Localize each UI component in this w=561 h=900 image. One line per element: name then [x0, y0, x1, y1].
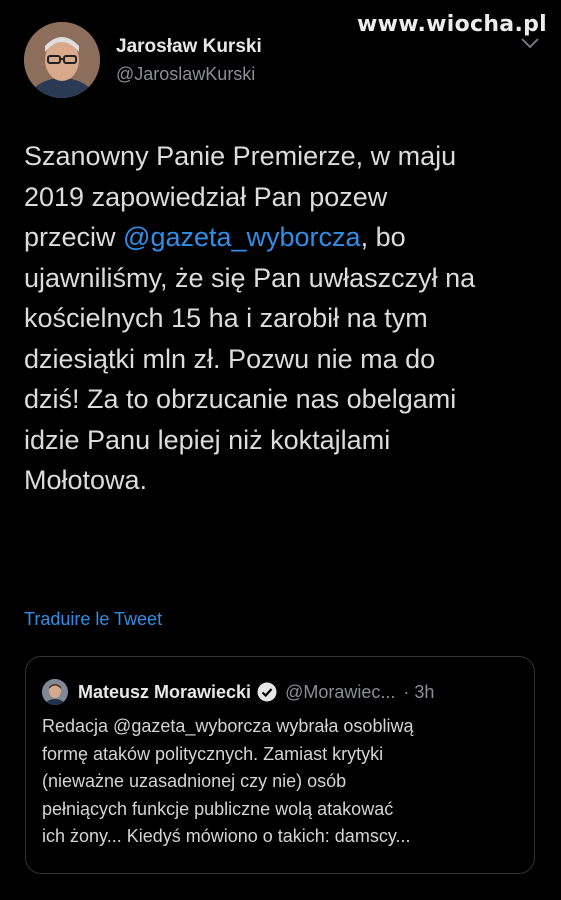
chevron-down-icon[interactable] [521, 38, 539, 48]
author-handle[interactable]: @JaroslawKurski [116, 64, 262, 85]
mention-link[interactable]: @gazeta_wyborcza [123, 222, 361, 252]
translate-tweet-link[interactable]: Traduire le Tweet [24, 609, 162, 630]
tweet-text-part2: , bo ujawniliśmy, że się Pan uwłaszczył … [24, 222, 476, 495]
quoted-tweet-header: Mateusz Morawiecki @Morawiec... · 3h [42, 679, 434, 705]
tweet-header: Jarosław Kurski @JaroslawKurski [24, 22, 262, 98]
tweet-text: Szanowny Panie Premierze, w maju 2019 za… [24, 136, 544, 501]
quoted-author-name: Mateusz Morawiecki [78, 681, 252, 702]
quoted-time: · 3h [403, 681, 435, 702]
watermark: www.wiocha.pl [357, 12, 547, 37]
author-info: Jarosław Kurski @JaroslawKurski [116, 36, 262, 85]
quoted-tweet-text: Redacja @gazeta_wyborcza wybrała osobliw… [42, 716, 414, 846]
verified-badge-icon [257, 682, 277, 702]
quoted-author-handle: @Morawiec... [285, 681, 396, 702]
author-name[interactable]: Jarosław Kurski [116, 36, 262, 58]
quoted-avatar [42, 679, 68, 705]
avatar[interactable] [24, 22, 100, 98]
quoted-tweet[interactable]: Mateusz Morawiecki @Morawiec... · 3h Red… [25, 656, 535, 874]
